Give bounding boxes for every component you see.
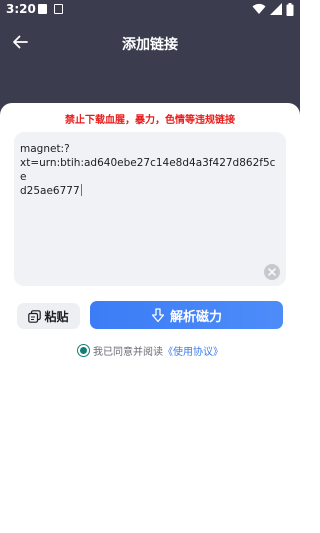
notification-square-icon [38, 4, 47, 14]
warning-text: 禁止下载血腥，暴力，色情等违规链接 [65, 115, 235, 126]
terms-link[interactable]: 《使用协议》 [163, 343, 223, 358]
status-bar: 3:20 [0, 0, 300, 20]
radio-checked-dot [80, 347, 87, 354]
parse-magnet-button[interactable]: 解析磁力 [90, 301, 283, 329]
page-title: 添加链接 [122, 37, 178, 53]
agreement-radio[interactable] [77, 344, 90, 357]
status-icons [252, 3, 294, 17]
signal-icon [270, 3, 283, 15]
app-screen: 3:20 添加链接 禁止下载血腥，暴力，色情等违规链接 magnet:? xt=… [0, 0, 300, 533]
battery-icon [286, 3, 294, 16]
paste-button[interactable]: 粘贴 [17, 303, 80, 329]
input-text[interactable]: magnet:? xt=urn:btih:ad640ebe27c14e8d4a3… [20, 142, 280, 198]
clipboard-icon [28, 309, 42, 323]
status-time: 3:20 [6, 2, 36, 16]
magnet-link-input[interactable]: magnet:? xt=urn:btih:ad640ebe27c14e8d4a3… [14, 132, 286, 286]
clear-icon [268, 268, 276, 276]
agreement-text: 我已同意并阅读 [93, 347, 163, 358]
input-line-1: magnet:? [20, 143, 70, 155]
nav-bar: 添加链接 [0, 28, 300, 58]
wifi-icon [252, 3, 266, 15]
input-line-2: xt=urn:btih:ad640ebe27c14e8d4a3f427d862f… [20, 157, 276, 183]
download-arrow-icon [151, 307, 165, 322]
agreement-row: 我已同意并阅读 《使用协议》 [0, 343, 300, 358]
paste-label: 粘贴 [44, 309, 69, 324]
clear-button[interactable] [264, 264, 280, 280]
content-card: 禁止下载血腥，暴力，色情等违规链接 magnet:? xt=urn:btih:a… [0, 103, 300, 533]
parse-label: 解析磁力 [169, 309, 222, 325]
text-cursor [80, 184, 83, 196]
notification-app-icon [54, 4, 63, 14]
input-line-3: d25ae6777 [20, 185, 80, 197]
